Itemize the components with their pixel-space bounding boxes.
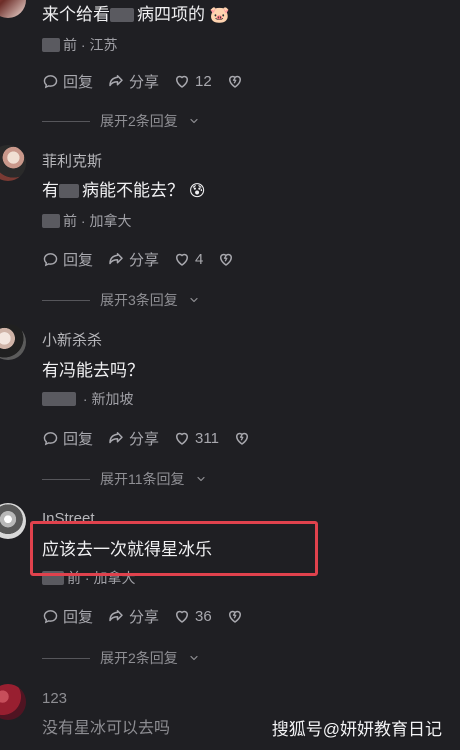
expand-replies-label: 展开2条回复: [100, 650, 178, 666]
reply-button[interactable]: 回复: [42, 428, 93, 449]
worried-emoji: 😰: [188, 183, 206, 200]
comment-meta: · 新加坡: [42, 390, 133, 408]
comment-username[interactable]: 123: [42, 690, 67, 708]
share-icon: [107, 607, 125, 625]
share-icon: [107, 250, 125, 268]
share-label: 分享: [129, 430, 160, 448]
expand-replies-button[interactable]: 展开3条回复: [42, 290, 200, 310]
expand-replies-label: 展开2条回复: [100, 113, 178, 129]
reply-button[interactable]: 回复: [42, 249, 93, 270]
like-count: 12: [195, 72, 212, 90]
dislike-button[interactable]: [233, 429, 251, 447]
share-button[interactable]: 分享: [107, 606, 159, 627]
comment-username[interactable]: 小新杀杀: [42, 332, 102, 350]
chevron-down-icon: [188, 652, 200, 664]
divider-line: [42, 120, 90, 122]
share-icon: [107, 72, 125, 90]
chevron-down-icon: [188, 294, 200, 306]
comment-actions: 回复 分享 12: [42, 69, 244, 93]
dislike-button[interactable]: [217, 250, 235, 268]
comment-meta: 前 · 加拿大: [42, 569, 135, 587]
share-button[interactable]: 分享: [107, 428, 159, 449]
comment-text-suffix: 病四项的: [137, 5, 205, 24]
comment-text: 有病能不能去？ 😰: [42, 181, 206, 200]
comment-meta: 前 · 江苏: [42, 36, 117, 54]
user-avatar[interactable]: [0, 145, 26, 181]
broken-heart-icon: [217, 250, 235, 268]
divider-line: [42, 478, 90, 480]
like-button[interactable]: 4: [173, 250, 203, 268]
masked-text: [59, 184, 79, 198]
heart-icon: [173, 429, 191, 447]
comment-actions: 回复 分享 4: [42, 247, 235, 271]
reply-button[interactable]: 回复: [42, 71, 93, 92]
heart-icon: [173, 250, 191, 268]
chevron-down-icon: [188, 115, 200, 127]
expand-replies-button[interactable]: 展开11条回复: [42, 469, 207, 489]
comment-username[interactable]: 菲利克斯: [42, 153, 102, 171]
heart-icon: [173, 72, 191, 90]
reply-label: 回复: [63, 251, 94, 269]
user-avatar[interactable]: [0, 503, 26, 539]
divider-line: [42, 299, 90, 301]
user-avatar[interactable]: [0, 0, 26, 18]
comment-actions: 回复 分享 36: [42, 604, 244, 628]
masked-time: [42, 214, 60, 228]
dislike-button[interactable]: [226, 72, 244, 90]
share-button[interactable]: 分享: [107, 71, 159, 92]
share-label: 分享: [129, 608, 160, 626]
pig-emoji: 🐷: [209, 7, 230, 24]
reply-icon: [42, 251, 59, 268]
comment-text: 来个给看 病四项的 🐷: [42, 4, 230, 27]
chevron-down-icon: [195, 473, 207, 485]
share-label: 分享: [129, 251, 160, 269]
divider-line: [42, 657, 90, 659]
masked-time: [42, 392, 76, 406]
reply-icon: [42, 608, 59, 625]
watermark: 搜狐号@妍妍教育日记: [271, 720, 442, 739]
reply-icon: [42, 430, 59, 447]
comment-username[interactable]: InStreet: [42, 510, 95, 528]
heart-icon: [173, 607, 191, 625]
reply-icon: [42, 73, 59, 90]
expand-replies-label: 展开11条回复: [100, 471, 185, 487]
broken-heart-icon: [233, 429, 251, 447]
like-count: 311: [195, 429, 219, 447]
masked-time: [42, 571, 64, 585]
share-label: 分享: [129, 73, 160, 91]
broken-heart-icon: [226, 607, 244, 625]
share-icon: [107, 429, 125, 447]
like-count: 36: [195, 607, 212, 625]
broken-heart-icon: [226, 72, 244, 90]
reply-button[interactable]: 回复: [42, 606, 93, 627]
masked-text: [110, 8, 134, 22]
like-button[interactable]: 12: [173, 72, 212, 90]
comment-text: 没有星冰可以去吗: [42, 720, 171, 737]
share-button[interactable]: 分享: [107, 249, 159, 270]
comment-meta: 前 · 加拿大: [42, 212, 131, 230]
comment-text: 应该去一次就得星冰乐: [42, 540, 212, 559]
dislike-button[interactable]: [226, 607, 244, 625]
user-avatar[interactable]: [0, 684, 26, 720]
like-button[interactable]: 311: [173, 429, 219, 447]
like-count: 4: [195, 250, 204, 268]
expand-replies-button[interactable]: 展开2条回复: [42, 111, 200, 131]
reply-label: 回复: [63, 608, 94, 626]
reply-label: 回复: [63, 73, 94, 91]
comments-screen: 来个给看 病四项的 🐷 前 · 江苏 回复 分享 12 展开2条回复 菲利克斯 …: [0, 0, 460, 750]
comment-text-prefix: 来个给看: [42, 5, 110, 24]
comment-actions: 回复 分享 311: [42, 426, 251, 450]
expand-replies-label: 展开3条回复: [100, 292, 178, 308]
masked-time: [42, 38, 60, 52]
like-button[interactable]: 36: [173, 607, 212, 625]
expand-replies-button[interactable]: 展开2条回复: [42, 648, 200, 668]
comment-text: 有冯能去吗？: [42, 361, 144, 380]
user-avatar[interactable]: [0, 324, 26, 360]
reply-label: 回复: [63, 430, 94, 448]
